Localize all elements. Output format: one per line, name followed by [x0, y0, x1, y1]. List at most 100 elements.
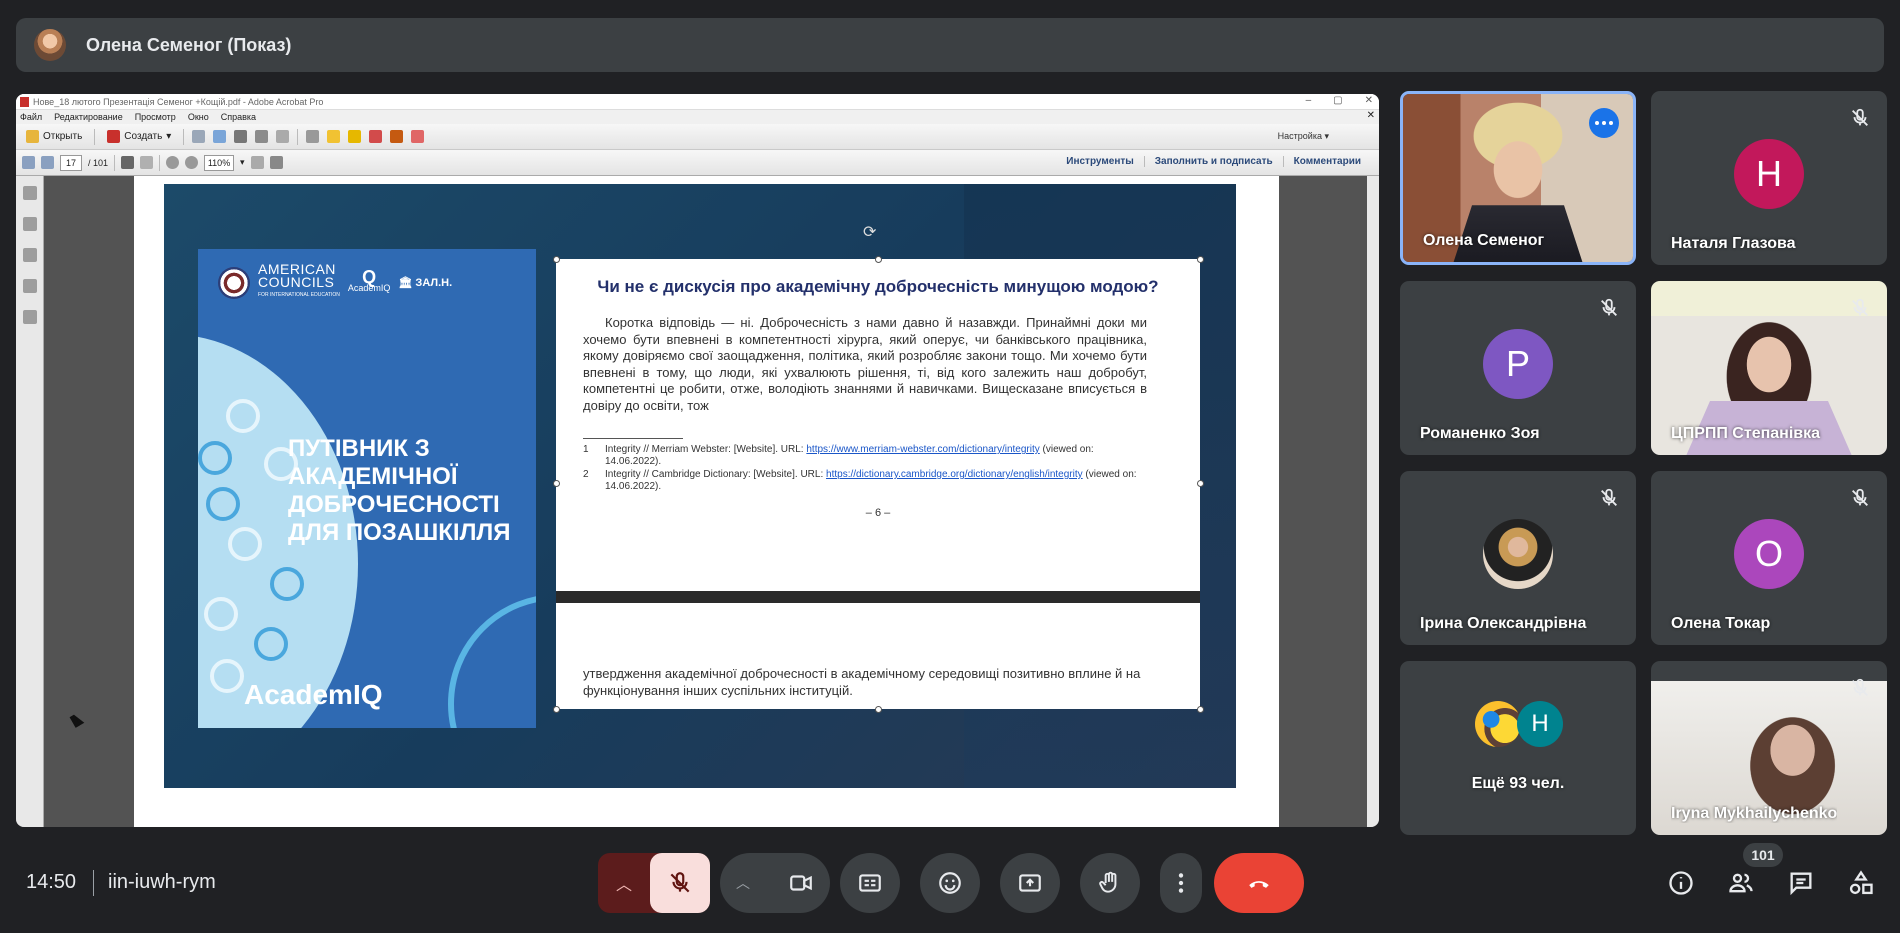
menu-edit[interactable]: Редактирование [54, 112, 123, 122]
vertical-scrollbar[interactable] [1367, 176, 1379, 827]
chat-icon [1790, 872, 1812, 896]
comment-icon[interactable] [327, 130, 341, 143]
captions-button[interactable] [840, 853, 900, 913]
cover-large-ring [448, 594, 536, 728]
participant-name: Романенко Зоя [1420, 425, 1540, 442]
chat-button[interactable] [1786, 868, 1816, 898]
maximize-icon[interactable]: ▢ [1333, 95, 1342, 106]
cover-brand: AcademIQ [244, 679, 383, 710]
zoom-in-icon[interactable] [185, 156, 199, 169]
menu-file[interactable]: Файл [20, 112, 42, 122]
close-document-icon[interactable]: ✕ [1367, 110, 1375, 121]
menu-window[interactable]: Окно [188, 112, 209, 122]
create-button[interactable]: Создать ▾ [103, 128, 175, 145]
minimize-icon[interactable]: – [1306, 95, 1312, 106]
participant-avatar: Р [1483, 329, 1553, 399]
tags-icon[interactable] [22, 310, 37, 324]
footnote: 2 Integrity // Cambridge Dictionary: [We… [583, 469, 1137, 492]
upload-icon[interactable] [213, 130, 227, 143]
camera-control-group: ︿ [720, 853, 830, 913]
raise-hand-button[interactable] [1080, 853, 1140, 913]
toolbar-divider [297, 128, 299, 145]
tab-tools[interactable]: Инструменты [1056, 156, 1144, 167]
tab-comments[interactable]: Комментарии [1282, 156, 1371, 167]
page-number-input[interactable]: 17 [60, 154, 82, 171]
selection-handle[interactable] [553, 706, 560, 713]
participant-tile[interactable]: ЦПРПП Степанівка [1651, 281, 1887, 455]
save-icon[interactable] [192, 130, 206, 143]
print-icon[interactable] [234, 130, 248, 143]
prev-page-icon[interactable] [22, 156, 35, 169]
more-options-button[interactable] [1160, 853, 1202, 913]
people-button[interactable] [1726, 868, 1756, 898]
mic-toggle-button[interactable] [650, 853, 710, 913]
settings-icon[interactable] [306, 130, 320, 143]
selection-handle[interactable] [875, 706, 882, 713]
cover-ring [204, 597, 238, 631]
next-page-icon[interactable] [41, 156, 54, 169]
zoom-out-icon[interactable] [166, 156, 180, 169]
delete-icon[interactable] [369, 130, 383, 143]
footnote-link[interactable]: https://dictionary.cambridge.org/diction… [826, 469, 1083, 480]
menu-help[interactable]: Справка [221, 112, 256, 122]
pages-icon[interactable] [22, 186, 37, 200]
open-button[interactable]: Открыть [22, 128, 86, 145]
more-options-icon[interactable] [1589, 108, 1619, 138]
footnote-divider [583, 438, 683, 439]
tab-fill-sign[interactable]: Заполнить и подписать [1143, 156, 1283, 167]
menu-view[interactable]: Просмотр [135, 112, 176, 122]
mic-options-chevron-icon[interactable]: ︿ [598, 853, 650, 913]
participant-tile[interactable]: Н Наталя Глазова [1651, 91, 1887, 265]
participant-name: Олена Семеног [1423, 232, 1545, 249]
doc-paragraph: Коротка відповідь — ні. Доброчесність з … [583, 315, 1147, 413]
setup-menu[interactable]: Настройка ▾ [1278, 131, 1329, 142]
page-total: / 101 [88, 157, 109, 168]
participant-name: Наталя Глазова [1671, 235, 1796, 252]
presenter-avatar [34, 29, 66, 61]
selection-handle[interactable] [1197, 480, 1204, 487]
present-button[interactable] [1000, 853, 1060, 913]
participant-tile[interactable]: Олена Семеног [1400, 91, 1636, 265]
hand-tool-icon[interactable] [140, 156, 154, 169]
reactions-button[interactable] [920, 853, 980, 913]
select-cursor-icon[interactable] [121, 156, 135, 169]
bookmarks-icon[interactable] [22, 217, 37, 231]
camera-options-chevron-icon[interactable]: ︿ [736, 873, 750, 893]
folder-icon [26, 130, 39, 143]
layers-icon[interactable] [22, 279, 37, 293]
shared-screen: Нове_18 лютого Презентація Семеног +Кощі… [16, 94, 1379, 827]
zoom-input[interactable]: 110% [204, 154, 235, 171]
stamp-icon[interactable] [348, 130, 362, 143]
meeting-info-button[interactable] [1666, 868, 1696, 898]
selection-handle[interactable] [553, 480, 560, 487]
email-icon[interactable] [276, 130, 290, 143]
selection-handle[interactable] [1197, 706, 1204, 713]
acrobat-side-panel [16, 176, 44, 827]
acrobat-document-area: AMERICAN COUNCILS FOR INTERNATIONAL EDUCA… [16, 176, 1379, 827]
leave-call-button[interactable] [1214, 853, 1304, 913]
participant-tile[interactable]: Р Романенко Зоя [1400, 281, 1636, 455]
pdf-page: AMERICAN COUNCILS FOR INTERNATIONAL EDUCA… [134, 176, 1279, 827]
selection-handle[interactable] [553, 256, 560, 263]
selection-handle[interactable] [875, 256, 882, 263]
rotate-handle-icon[interactable]: ⟳ [863, 222, 876, 242]
participant-tile[interactable]: Iryna Mykhailychenko [1651, 661, 1887, 835]
footnote-link[interactable]: https://www.merriam-webster.com/dictiona… [806, 444, 1039, 455]
camera-toggle-button[interactable] [772, 853, 830, 913]
more-participants-tile[interactable]: Н Ещё 93 чел. [1400, 661, 1636, 835]
fit-page-icon[interactable] [250, 156, 264, 169]
zoom-chevron-icon[interactable]: ▾ [240, 157, 245, 168]
create-pdf-icon [107, 130, 121, 143]
participant-tile[interactable]: О Олена Токар [1651, 471, 1887, 645]
export-icon[interactable] [390, 130, 404, 143]
selection-handle[interactable] [1197, 256, 1204, 263]
close-icon[interactable]: ✕ [1365, 95, 1373, 106]
activities-button[interactable] [1846, 868, 1876, 898]
edit-icon[interactable] [255, 130, 269, 143]
info-icon [1669, 871, 1693, 895]
participant-name: Ірина Олександрівна [1420, 615, 1587, 632]
signatures-icon[interactable] [22, 248, 37, 262]
sign-icon[interactable] [411, 130, 425, 143]
participant-tile[interactable]: Ірина Олександрівна [1400, 471, 1636, 645]
fit-width-icon[interactable] [269, 156, 283, 169]
